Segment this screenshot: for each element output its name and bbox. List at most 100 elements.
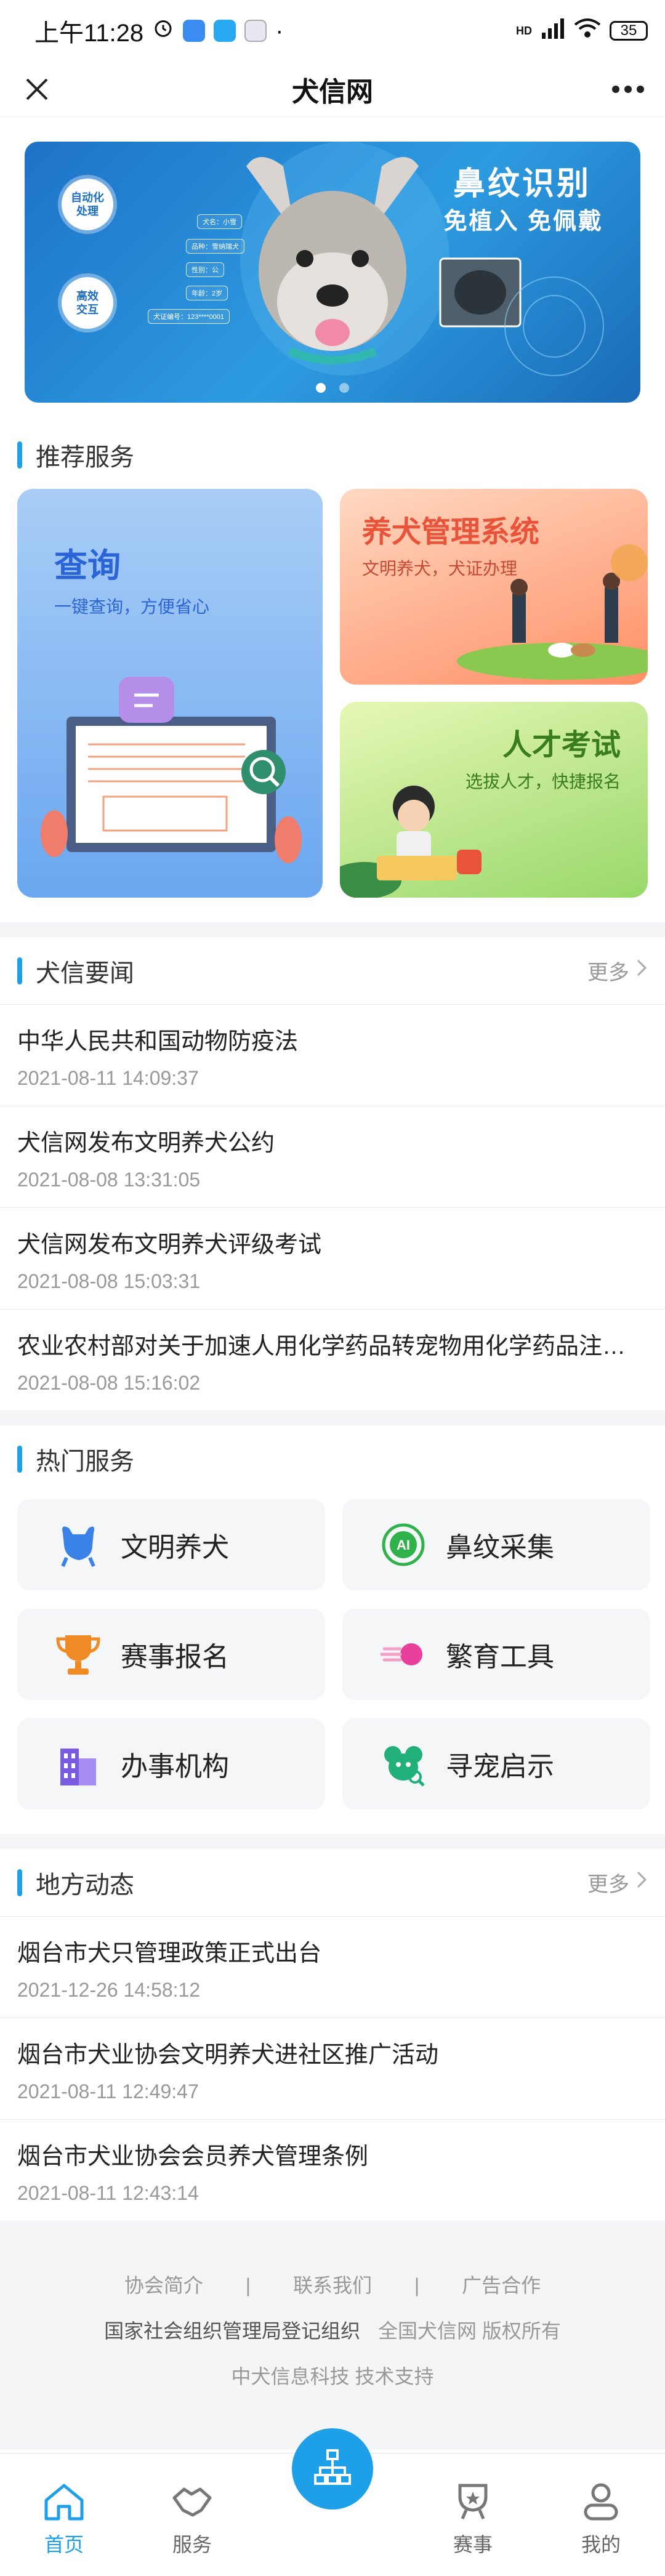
breeding-icon: [379, 1630, 427, 1678]
service-nose-print[interactable]: AI 鼻纹采集: [342, 1499, 650, 1590]
carousel-dot[interactable]: [316, 383, 326, 393]
tab-events[interactable]: 赛事: [424, 2482, 522, 2558]
news-date: 2021-08-11 14:09:37: [17, 1067, 199, 1089]
info-tag: 犬名：小雪: [197, 214, 242, 229]
service-label: 赛事报名: [121, 1642, 229, 1672]
wifi-icon: [574, 17, 601, 45]
dog-icon: [54, 1521, 102, 1569]
signal-icon: [541, 17, 565, 45]
news-item[interactable]: 烟台市犬业协会会员养犬管理条例 2021-08-11 12:43:14: [0, 2120, 665, 2221]
more-link[interactable]: 更多: [587, 1867, 648, 1898]
carousel-dot[interactable]: [339, 383, 349, 393]
news-item[interactable]: 烟台市犬只管理政策正式出台 2021-12-26 14:58:12: [0, 1917, 665, 2018]
pet-search-icon: [379, 1740, 427, 1788]
page-title: 犬信网: [292, 76, 373, 107]
hot-services-section: 热门服务 文明养犬 AI 鼻纹采集 赛事报名 繁育工具 办事机构 寻宠启示: [0, 1425, 665, 1834]
feature-badge: 高效 交互: [62, 277, 113, 329]
tab-mine[interactable]: 我的: [552, 2482, 650, 2558]
local-news-section: 地方动态 更多 烟台市犬只管理政策正式出台 2021-12-26 14:58:1…: [0, 1849, 665, 2221]
section-header: 犬信要闻 更多: [0, 937, 665, 1005]
more-link[interactable]: 更多: [587, 956, 648, 986]
svg-text:AI: AI: [397, 1537, 410, 1553]
section-title: 地方动态: [36, 1871, 134, 1899]
news-title: 中华人民共和国动物防疫法: [17, 1029, 299, 1055]
bottom-tab-bar: 首页 服务 赛事 我的: [0, 2428, 665, 2576]
tab-service[interactable]: 服务: [143, 2482, 241, 2558]
dog-walking-illustration: [457, 544, 648, 680]
news-title: 犬信网发布文明养犬公约: [17, 1130, 275, 1156]
news-date: 2021-08-08 13:31:05: [17, 1169, 201, 1191]
status-bar: 上午11:28 · HD 35: [0, 0, 665, 62]
news-item[interactable]: 中华人民共和国动物防疫法 2021-08-11 14:09:37: [0, 1005, 665, 1106]
section-accent-bar: [17, 957, 22, 984]
info-tag: 犬证编号：123****0001: [148, 309, 230, 324]
service-breeding-tools[interactable]: 繁育工具: [342, 1609, 650, 1700]
news-date: 2021-08-11 12:49:47: [17, 2080, 199, 2103]
banner-carousel[interactable]: 自动化 处理 高效 交互 犬名：小雪 品种：雪纳瑞犬 性别：公 年龄：2岁 犬证…: [25, 142, 640, 403]
news-item[interactable]: 犬信网发布文明养犬评级考试 2021-08-08 15:03:31: [0, 1208, 665, 1310]
news-title: 烟台市犬只管理政策正式出台: [17, 1941, 322, 1966]
news-title: 烟台市犬业协会会员养犬管理条例: [17, 2144, 369, 2170]
carousel-indicator: [25, 383, 640, 393]
footer-link-contact[interactable]: 联系我们: [293, 2274, 372, 2296]
trophy-icon: [54, 1630, 102, 1678]
section-title: 推荐服务: [36, 444, 134, 471]
chevron-right-icon: [635, 959, 648, 983]
news-item[interactable]: 烟台市犬业协会文明养犬进社区推广活动 2021-08-11 12:49:47: [0, 2018, 665, 2120]
close-icon[interactable]: [18, 71, 55, 108]
tab-label: 首页: [44, 2534, 84, 2556]
tab-home[interactable]: 首页: [15, 2482, 113, 2558]
section-divider: [0, 1834, 665, 1849]
news-date: 2021-08-08 15:16:02: [17, 1372, 201, 1394]
section-header: 地方动态 更多: [0, 1849, 665, 1917]
section-header: 推荐服务: [0, 421, 665, 489]
tab-label: 赛事: [453, 2534, 493, 2556]
recommend-section: 推荐服务 查询 一键查询，方便省心 养犬管理系统 文明养犬，犬证办理 人才考试 …: [0, 421, 665, 922]
service-label: 办事机构: [121, 1752, 229, 1782]
news-title: 农业农村部对关于加速人用化学药品转宠物用化学药品注册…: [17, 1334, 648, 1359]
service-civilized-dog[interactable]: 文明养犬: [17, 1499, 325, 1590]
section-accent-bar: [17, 1446, 22, 1473]
service-label: 鼻纹采集: [446, 1532, 554, 1563]
footer-copyright: 全国犬信网 版权所有: [378, 2320, 561, 2342]
footer-link-ads[interactable]: 广告合作: [462, 2274, 541, 2296]
center-action-button[interactable]: [292, 2428, 373, 2510]
more-options-icon[interactable]: [610, 71, 647, 108]
banner-title: 鼻纹识别: [453, 166, 591, 202]
footer-link-about[interactable]: 协会简介: [124, 2274, 203, 2296]
nav-bar: 犬信网: [0, 62, 665, 117]
medal-icon: [451, 2482, 494, 2524]
service-event-signup[interactable]: 赛事报名: [17, 1609, 325, 1700]
app-notification-icon: [183, 20, 206, 42]
service-label: 文明养犬: [121, 1532, 229, 1563]
network-label: HD: [516, 24, 532, 37]
section-divider: [0, 922, 665, 937]
home-icon: [42, 2482, 86, 2524]
ai-icon: AI: [379, 1521, 427, 1569]
alarm-icon: [152, 17, 174, 45]
service-pet-search[interactable]: 寻宠启示: [342, 1718, 650, 1809]
section-accent-bar: [17, 441, 22, 469]
news-title: 烟台市犬业协会文明养犬进社区推广活动: [17, 2042, 439, 2068]
handshake-icon: [171, 2482, 214, 2524]
news-date: 2021-12-26 14:58:12: [17, 1979, 201, 2001]
news-item[interactable]: 农业农村部对关于加速人用化学药品转宠物用化学药品注册… 2021-08-08 1…: [0, 1310, 665, 1411]
org-chart-icon: [313, 2448, 352, 2490]
tab-center[interactable]: [271, 2428, 394, 2558]
info-tag: 品种：雪纳瑞犬: [186, 239, 244, 254]
dog-management-card[interactable]: 养犬管理系统 文明养犬，犬证办理: [340, 489, 648, 685]
news-title: 犬信网发布文明养犬评级考试: [17, 1232, 322, 1258]
student-illustration: [340, 786, 482, 898]
section-accent-bar: [17, 1869, 22, 1896]
feature-badge: 自动化 处理: [62, 179, 113, 230]
footer-separator: |: [414, 2274, 420, 2296]
app-notification-icon: [214, 20, 236, 42]
news-date: 2021-08-11 12:43:14: [17, 2182, 199, 2204]
query-card[interactable]: 查询 一键查询，方便省心: [17, 489, 323, 898]
news-item[interactable]: 犬信网发布文明养犬公约 2021-08-08 13:31:05: [0, 1106, 665, 1208]
talent-exam-card[interactable]: 人才考试 选拔人才，快捷报名: [340, 702, 648, 898]
service-label: 繁育工具: [446, 1642, 554, 1672]
footer-registration: 国家社会组织管理局登记组织: [104, 2320, 361, 2342]
service-office[interactable]: 办事机构: [17, 1718, 325, 1809]
page-footer: 协会简介 | 联系我们 | 广告合作 国家社会组织管理局登记组织 全国犬信网 版…: [0, 2221, 665, 2450]
